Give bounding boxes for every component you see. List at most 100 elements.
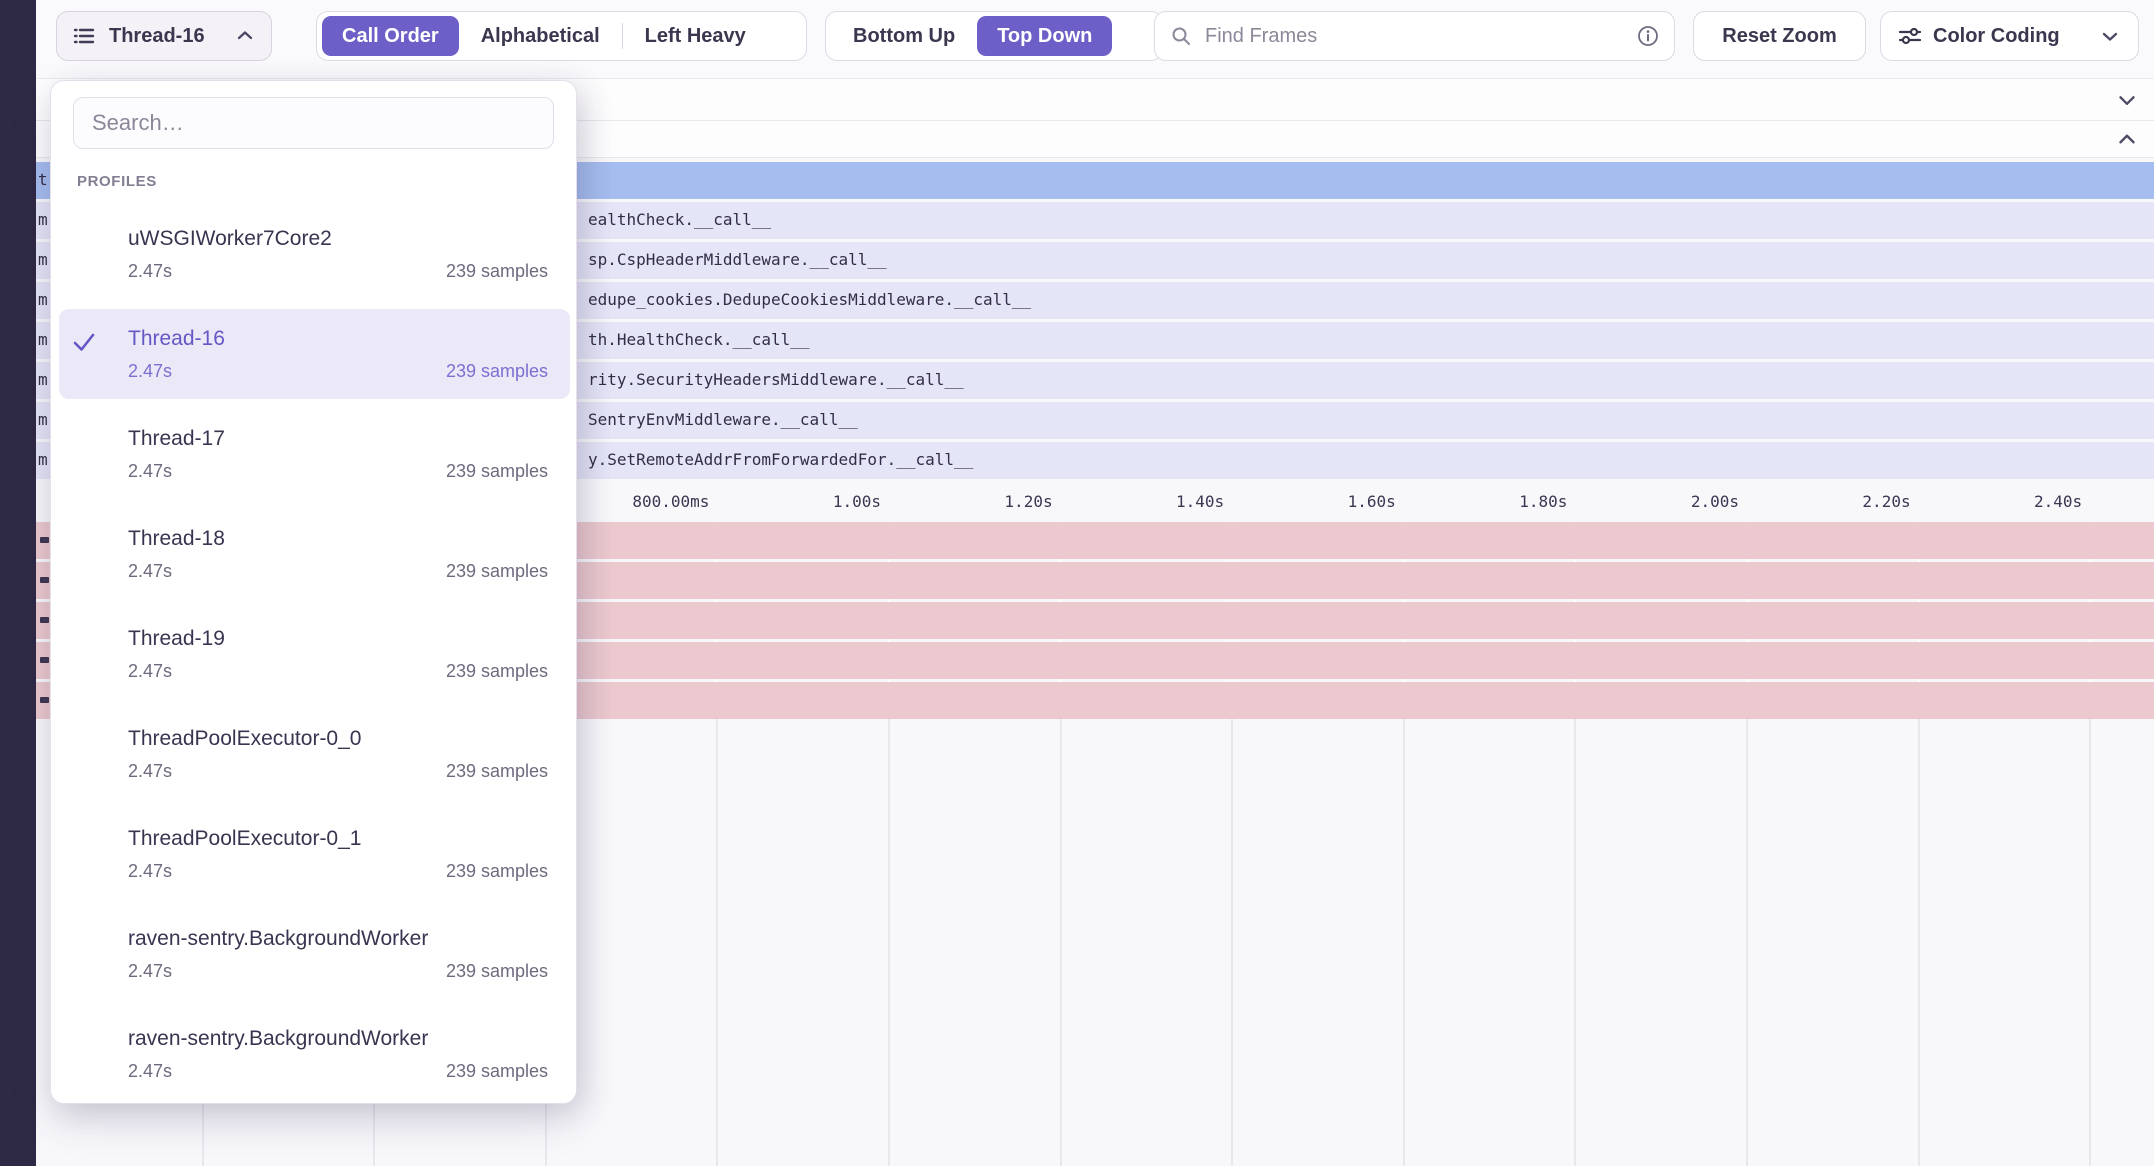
profile-sample-count: 239 samples <box>446 961 548 982</box>
chevron-up-icon[interactable] <box>2114 126 2140 152</box>
frame-label-left-fragment <box>40 577 49 583</box>
profile-list-item[interactable]: ThreadPoolExecutor-0_0 2.47s 239 samples <box>51 701 578 801</box>
profile-list-item[interactable]: raven-sentry.BackgroundWorker 2.47s 239 sa… <box>51 1001 578 1101</box>
color-coding-button[interactable]: Color Coding <box>1880 11 2139 61</box>
frame-label-left-fragment: m <box>38 330 48 350</box>
thread-list-icon <box>71 23 97 49</box>
chevron-down-icon <box>2098 24 2122 48</box>
axis-tick-label: 2.40s <box>1932 492 2082 511</box>
sort-call-order-button[interactable]: Call Order <box>322 16 459 56</box>
axis-gridline <box>1231 719 1233 1166</box>
find-frames-box <box>1154 11 1675 61</box>
profile-duration: 2.47s <box>128 761 172 782</box>
profile-name: ThreadPoolExecutor-0_0 <box>128 725 361 753</box>
profile-duration: 2.47s <box>128 1061 172 1082</box>
profile-name: ThreadPoolExecutor-0_1 <box>128 825 361 853</box>
frame-label: rity.SecurityHeadersMiddleware.__call__ <box>588 370 964 390</box>
bottom-up-button[interactable]: Bottom Up <box>831 25 977 48</box>
profile-duration: 2.47s <box>128 361 172 382</box>
direction-group: Bottom Up Top Down <box>825 11 1163 61</box>
frame-label-left-fragment <box>40 617 49 623</box>
dropdown-search-input[interactable] <box>73 97 554 149</box>
profile-sample-count: 239 samples <box>446 461 548 482</box>
search-icon <box>1169 24 1193 48</box>
axis-gridline <box>1574 719 1576 1166</box>
thread-selector-label: Thread-16 <box>109 25 205 48</box>
profile-name: raven-sentry.BackgroundWorker <box>128 1025 428 1053</box>
axis-tick-label: 1.00s <box>731 492 881 511</box>
frame-label: th.HealthCheck.__call__ <box>588 330 810 350</box>
frame-label: sp.CspHeaderMiddleware.__call__ <box>588 250 887 270</box>
frame-label-left-fragment: m <box>38 370 48 390</box>
profile-duration: 2.47s <box>128 261 172 282</box>
profiles-section-label: PROFILES <box>77 173 157 190</box>
frame-label-left-fragment <box>40 657 49 663</box>
profile-sample-count: 239 samples <box>446 761 548 782</box>
profile-list-item[interactable]: raven-sentry.BackgroundWorker 2.47s 239 sa… <box>51 901 578 1001</box>
axis-tick-label: 2.20s <box>1761 492 1911 511</box>
profile-list-item[interactable]: uWSGIWorker7Core2 2.47s 239 samples <box>51 201 578 301</box>
thread-selector-button[interactable]: Thread-16 <box>56 11 272 61</box>
axis-tick-label: 800.00ms <box>559 492 709 511</box>
find-frames-input[interactable] <box>1203 24 1636 49</box>
axis-gridline <box>1918 719 1920 1166</box>
axis-gridline <box>2089 719 2091 1166</box>
profile-list-item[interactable]: Thread-18 2.47s 239 samples <box>51 501 578 601</box>
axis-gridline <box>888 719 890 1166</box>
sliders-icon <box>1897 23 1923 49</box>
axis-tick-label: 1.40s <box>1074 492 1224 511</box>
frame-label-left-fragment: m <box>38 210 48 230</box>
chevron-up-icon <box>233 24 257 48</box>
top-down-button[interactable]: Top Down <box>977 16 1112 56</box>
reset-zoom-button[interactable]: Reset Zoom <box>1693 11 1866 61</box>
selected-item-highlight <box>59 309 570 399</box>
axis-tick-label: 1.20s <box>903 492 1053 511</box>
axis-gridline <box>1403 719 1405 1166</box>
profile-sample-count: 239 samples <box>446 261 548 282</box>
profile-list-item[interactable]: ThreadPoolExecutor-0_1 2.47s 239 samples <box>51 801 578 901</box>
frame-label: edupe_cookies.DedupeCookiesMiddleware.__… <box>588 290 1031 310</box>
profile-duration: 2.47s <box>128 861 172 882</box>
profile-duration: 2.47s <box>128 661 172 682</box>
profile-sample-count: 239 samples <box>446 861 548 882</box>
profile-duration: 2.47s <box>128 561 172 582</box>
axis-tick-label: 2.00s <box>1589 492 1739 511</box>
sort-alphabetical-button[interactable]: Alphabetical <box>459 25 622 48</box>
frame-label-left-fragment: m <box>38 450 48 470</box>
profile-sample-count: 239 samples <box>446 361 548 382</box>
axis-gridline <box>1746 719 1748 1166</box>
frame-label-left-fragment <box>40 537 49 543</box>
reset-zoom-label: Reset Zoom <box>1722 25 1836 48</box>
sort-order-group: Call Order Alphabetical Left Heavy <box>316 11 807 61</box>
frame-label-left-fragment: m <box>38 290 48 310</box>
profile-list-item[interactable]: Thread-16 2.47s 239 samples <box>51 301 578 401</box>
profile-name: Thread-18 <box>128 525 225 553</box>
color-coding-label: Color Coding <box>1933 25 2060 48</box>
profile-list-item[interactable]: Thread-17 2.47s 239 samples <box>51 401 578 501</box>
profile-sample-count: 239 samples <box>446 561 548 582</box>
frame-label-left-fragment: m <box>38 410 48 430</box>
frame-label: SentryEnvMiddleware.__call__ <box>588 410 858 430</box>
axis-gridline <box>1060 719 1062 1166</box>
frame-label-left-fragment: m <box>38 250 48 270</box>
frame-label: ealthCheck.__call__ <box>588 210 771 230</box>
info-icon[interactable] <box>1636 24 1660 48</box>
profile-sample-count: 239 samples <box>446 1061 548 1082</box>
frame-label-left-fragment: t <box>38 170 48 190</box>
axis-tick-label: 1.80s <box>1417 492 1567 511</box>
frame-label-left-fragment <box>40 697 49 703</box>
axis-gridline <box>716 719 718 1166</box>
profile-list-item[interactable]: Thread-19 2.47s 239 samples <box>51 601 578 701</box>
thread-dropdown-panel: PROFILES uWSGIWorker7Core2 2.47s 239 sampl… <box>50 80 577 1104</box>
profile-duration: 2.47s <box>128 461 172 482</box>
chevron-down-icon[interactable] <box>2114 87 2140 113</box>
profile-name: Thread-16 <box>128 325 225 353</box>
profile-sample-count: 239 samples <box>446 661 548 682</box>
profile-name: Thread-19 <box>128 625 225 653</box>
profile-name: Thread-17 <box>128 425 225 453</box>
profile-duration: 2.47s <box>128 961 172 982</box>
axis-tick-label: 1.60s <box>1246 492 1396 511</box>
profile-name: raven-sentry.BackgroundWorker <box>128 925 428 953</box>
sort-left-heavy-button[interactable]: Left Heavy <box>623 25 768 48</box>
profile-name: uWSGIWorker7Core2 <box>128 225 332 253</box>
